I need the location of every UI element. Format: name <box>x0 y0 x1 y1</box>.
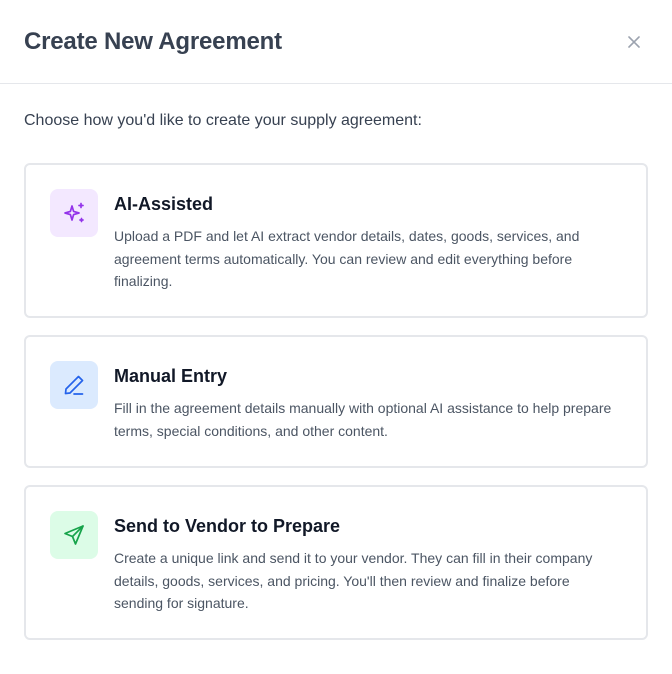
option-text: Send to Vendor to Prepare Create a uniqu… <box>114 511 622 615</box>
option-description: Upload a PDF and let AI extract vendor d… <box>114 228 580 289</box>
option-description: Create a unique link and send it to your… <box>114 550 593 611</box>
dialog-title: Create New Agreement <box>24 27 282 55</box>
option-text: Manual Entry Fill in the agreement detai… <box>114 361 622 442</box>
dialog-header: Create New Agreement <box>0 0 672 84</box>
close-icon <box>628 35 640 48</box>
option-title: Send to Vendor to Prepare <box>114 516 341 536</box>
option-icon-box <box>50 189 98 237</box>
send-icon <box>64 525 84 545</box>
option-ai-assisted[interactable]: AI-Assisted Upload a PDF and let AI extr… <box>24 163 648 318</box>
close-button[interactable] <box>618 26 650 58</box>
option-icon-box <box>50 361 98 409</box>
option-send-to-vendor[interactable]: Send to Vendor to Prepare Create a uniqu… <box>24 485 648 640</box>
sparkles-icon <box>64 202 84 223</box>
option-icon-box <box>50 511 98 559</box>
dialog-body: Choose how you'd like to create your sup… <box>0 84 672 640</box>
pencil-icon <box>64 375 84 395</box>
option-description: Fill in the agreement details manually w… <box>114 400 612 439</box>
option-title: Manual Entry <box>114 366 228 386</box>
option-title: AI-Assisted <box>114 194 214 214</box>
option-text: AI-Assisted Upload a PDF and let AI extr… <box>114 189 622 293</box>
option-manual-entry[interactable]: Manual Entry Fill in the agreement detai… <box>24 335 648 468</box>
create-agreement-dialog: Create New Agreement Choose how you'd li… <box>0 0 672 674</box>
dialog-intro: Choose how you'd like to create your sup… <box>24 112 422 129</box>
